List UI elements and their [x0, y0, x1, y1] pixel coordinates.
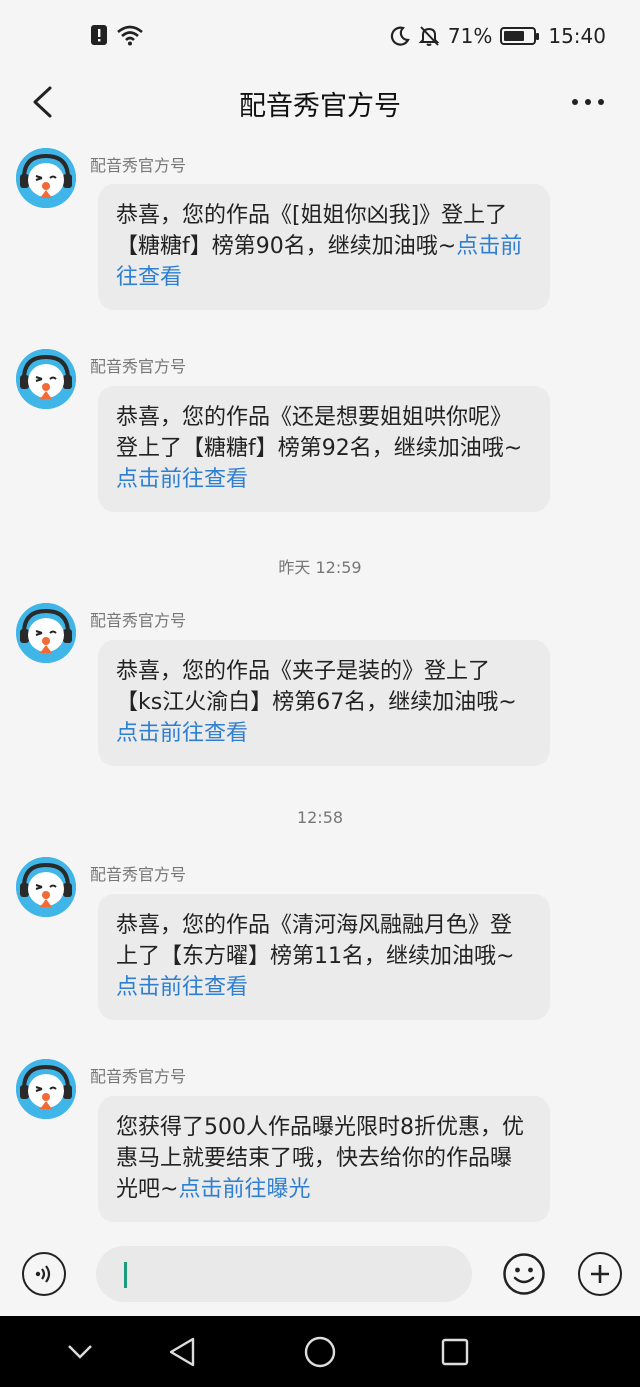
battery-icon	[500, 27, 540, 45]
nav-home[interactable]	[300, 1334, 340, 1370]
page-title: 配音秀官方号	[239, 91, 401, 122]
sender-name: 配音秀官方号	[90, 357, 187, 376]
mascot-avatar-icon	[16, 603, 76, 663]
status-bar: 71% 15:40	[0, 0, 640, 74]
emoji-button[interactable]	[502, 1252, 546, 1296]
nav-back[interactable]	[162, 1334, 202, 1370]
alert-icon	[90, 24, 108, 46]
message-link[interactable]: 点击前往曝光	[178, 1177, 310, 1202]
mascot-avatar-icon	[16, 349, 76, 409]
message-text: 恭喜，您的作品《清河海风融融月色》登上了【东方曜】榜第11名，继续加油哦~	[116, 913, 515, 969]
message-input[interactable]	[96, 1246, 472, 1302]
time-separator: 昨天 12:59	[278, 558, 362, 577]
avatar[interactable]	[16, 603, 76, 663]
mascot-avatar-icon	[16, 857, 76, 917]
time-separator: 12:58	[296, 808, 344, 827]
message-bubble: 您获得了500人作品曝光限时8折优惠，优惠马上就要结束了哦，快去给你的作品曝光吧…	[98, 1096, 550, 1222]
message-link[interactable]: 点击前往查看	[116, 975, 248, 1000]
system-nav-bar	[0, 1316, 640, 1387]
input-bar	[0, 1240, 640, 1316]
header: 配音秀官方号	[0, 74, 640, 130]
message-text: 恭喜，您的作品《还是想要姐姐哄你呢》登上了【糖糖f】榜第92名，继续加油哦~	[116, 405, 523, 461]
voice-icon	[35, 1265, 51, 1283]
message-link[interactable]: 点击前往查看	[116, 721, 248, 746]
message-bubble: 恭喜，您的作品《清河海风融融月色》登上了【东方曜】榜第11名，继续加油哦~ 点击前…	[98, 894, 550, 1020]
sender-name: 配音秀官方号	[90, 1067, 187, 1086]
recents-square-icon	[441, 1338, 469, 1366]
text-caret	[124, 1262, 127, 1288]
message-bubble: 恭喜，您的作品《[姐姐你凶我]》登上了【糖糖f】榜第90名，继续加油哦~点击前往…	[98, 184, 550, 310]
emoji-icon	[503, 1253, 545, 1295]
nav-recents[interactable]	[435, 1334, 475, 1370]
more-button[interactable]	[566, 82, 610, 122]
chevron-down-icon	[68, 1345, 92, 1359]
mascot-avatar-icon	[16, 148, 76, 208]
wifi-icon	[116, 24, 144, 46]
message-text: 恭喜，您的作品《[姐姐你凶我]》登上了【糖糖f】榜第90名，继续加油哦~	[116, 203, 508, 259]
more-horizontal-icon	[572, 99, 604, 105]
avatar[interactable]	[16, 857, 76, 917]
message-bubble: 恭喜，您的作品《还是想要姐姐哄你呢》登上了【糖糖f】榜第92名，继续加油哦~ 点击…	[98, 386, 550, 512]
voice-button[interactable]	[22, 1252, 66, 1296]
clock: 15:40	[548, 24, 606, 48]
plus-icon	[591, 1265, 609, 1283]
sender-name: 配音秀官方号	[90, 611, 187, 630]
battery-percent: 71%	[447, 24, 493, 48]
mascot-avatar-icon	[16, 1059, 76, 1119]
home-circle-icon	[304, 1336, 336, 1368]
back-triangle-icon	[169, 1337, 195, 1367]
moon-icon	[390, 26, 410, 46]
sender-name: 配音秀官方号	[90, 156, 187, 175]
plus-button[interactable]	[578, 1252, 622, 1296]
avatar[interactable]	[16, 148, 76, 208]
avatar[interactable]	[16, 349, 76, 409]
message-text: 恭喜，您的作品《夹子是装的》登上了【ks江火渝白】榜第67名，继续加油哦~	[116, 659, 517, 715]
avatar[interactable]	[16, 1059, 76, 1119]
nav-hide-keyboard[interactable]	[60, 1334, 100, 1370]
message-link[interactable]: 点击前往查看	[116, 467, 248, 492]
mute-bell-icon	[418, 25, 440, 47]
sender-name: 配音秀官方号	[90, 865, 187, 884]
message-bubble: 恭喜，您的作品《夹子是装的》登上了【ks江火渝白】榜第67名，继续加油哦~ 点击前…	[98, 640, 550, 766]
